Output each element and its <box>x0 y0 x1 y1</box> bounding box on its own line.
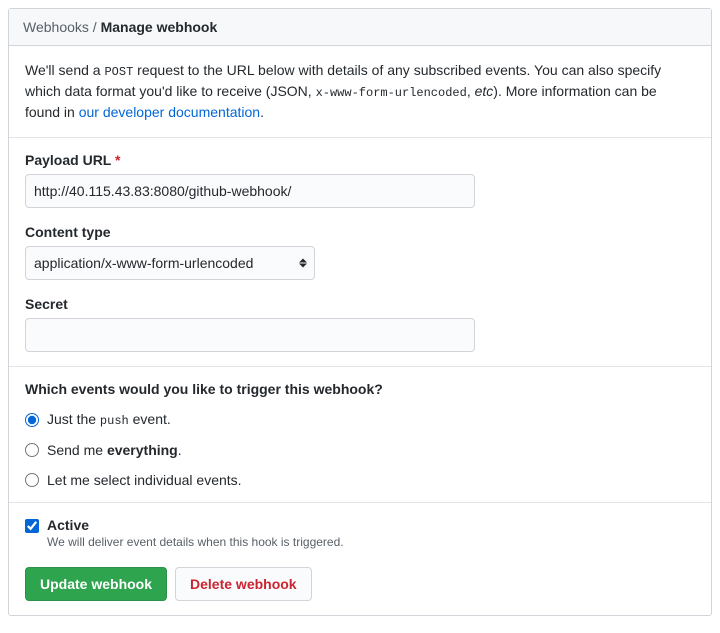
active-description: We will deliver event details when this … <box>47 535 344 549</box>
radio-push[interactable] <box>25 413 39 427</box>
events-title: Which events would you like to trigger t… <box>25 381 695 397</box>
secret-label: Secret <box>25 296 695 312</box>
radio-option-push[interactable]: Just the push event. <box>25 411 695 428</box>
docs-link[interactable]: our developer documentation <box>79 104 260 120</box>
form-fields-section: Payload URL * Content type application/x… <box>9 138 711 367</box>
breadcrumb-separator: / <box>89 19 101 35</box>
active-label: Active <box>47 517 344 533</box>
page-title: Manage webhook <box>101 19 218 35</box>
radio-individual-label: Let me select individual events. <box>47 472 242 488</box>
secret-input[interactable] <box>25 318 475 352</box>
panel-header: Webhooks / Manage webhook <box>9 9 711 46</box>
webhook-settings-panel: Webhooks / Manage webhook We'll send a P… <box>8 8 712 616</box>
radio-push-label: Just the push event. <box>47 411 171 428</box>
delete-webhook-button[interactable]: Delete webhook <box>175 567 312 601</box>
required-marker: * <box>115 152 120 168</box>
code-post: POST <box>104 65 133 79</box>
events-section: Which events would you like to trigger t… <box>9 367 711 503</box>
payload-url-input[interactable] <box>25 174 475 208</box>
radio-option-everything[interactable]: Send me everything. <box>25 442 695 458</box>
active-checkbox[interactable] <box>25 519 39 533</box>
radio-individual[interactable] <box>25 473 39 487</box>
bottom-section: Active We will deliver event details whe… <box>9 503 711 615</box>
radio-everything[interactable] <box>25 443 39 457</box>
content-type-label: Content type <box>25 224 695 240</box>
update-webhook-button[interactable]: Update webhook <box>25 567 167 601</box>
code-urlencoded: x-www-form-urlencoded <box>316 86 467 100</box>
payload-url-label: Payload URL * <box>25 152 695 168</box>
breadcrumb-parent[interactable]: Webhooks <box>23 19 89 35</box>
radio-option-individual[interactable]: Let me select individual events. <box>25 472 695 488</box>
content-type-select[interactable]: application/x-www-form-urlencoded <box>25 246 315 280</box>
radio-everything-label: Send me everything. <box>47 442 182 458</box>
intro-text: We'll send a POST request to the URL bel… <box>9 46 711 138</box>
